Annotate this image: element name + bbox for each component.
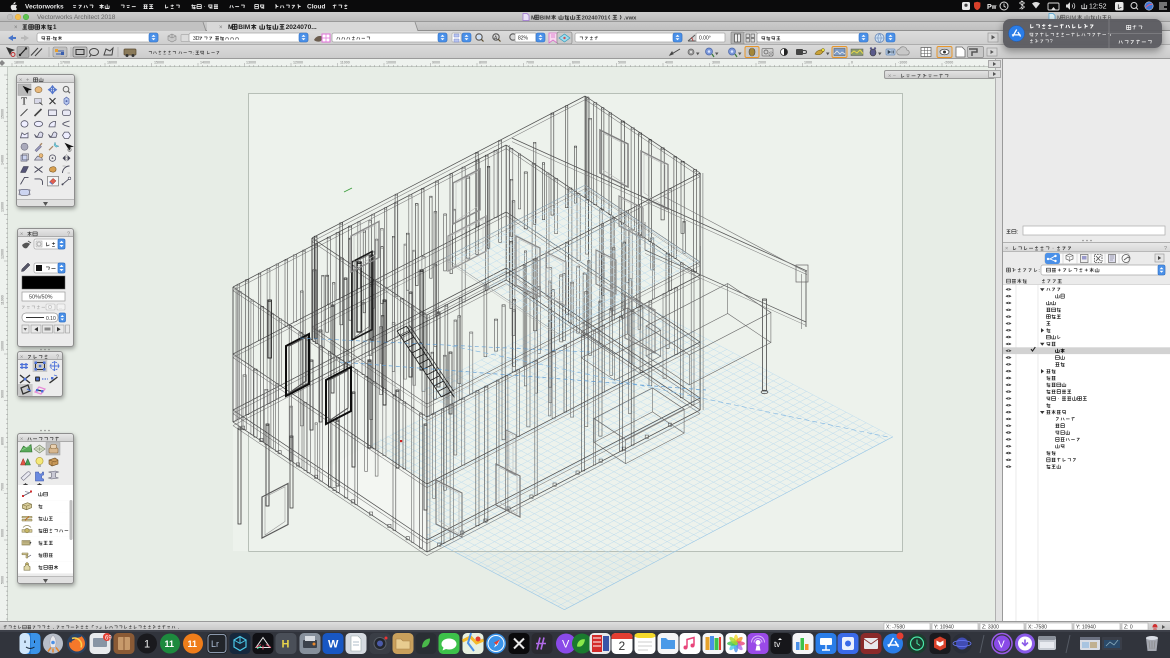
svg-text:×: ×: [20, 355, 23, 361]
svg-text:M: M: [228, 24, 234, 31]
svg-text::: :: [1017, 230, 1019, 236]
svg-text:H: H: [282, 639, 290, 651]
svg-text:11: 11: [165, 639, 175, 649]
svg-text:50%/50%: 50%/50%: [29, 295, 53, 301]
svg-text:× −: × −: [888, 74, 896, 80]
svg-text:...: ...: [59, 305, 62, 310]
svg-text:1: 1: [53, 24, 57, 31]
svg-text:×: ×: [1005, 246, 1008, 252]
svg-text:0.00°: 0.00°: [699, 36, 711, 42]
svg-text:.vwx: .vwx: [624, 15, 637, 21]
svg-text:+: +: [26, 78, 29, 84]
svg-text:Vectorworks Architect 2018: Vectorworks Architect 2018: [37, 14, 116, 21]
svg-text::: :: [193, 51, 194, 56]
svg-text:V: V: [998, 640, 1005, 651]
svg-text:V: V: [562, 639, 570, 651]
svg-text:×: ×: [20, 232, 23, 238]
svg-text:T: T: [21, 97, 27, 108]
svg-text:12:52: 12:52: [1089, 4, 1107, 11]
svg-text:11: 11: [188, 639, 198, 649]
svg-text:69: 69: [105, 636, 112, 642]
svg-text:3D: 3D: [193, 36, 200, 42]
svg-text:82%: 82%: [518, 36, 529, 42]
svg-text:A: A: [494, 36, 498, 42]
svg-text:Vectorworks: Vectorworks: [25, 4, 64, 11]
svg-text:BIM: BIM: [540, 15, 551, 21]
svg-text:?: ?: [67, 232, 70, 238]
svg-text:?: ?: [1050, 39, 1053, 45]
svg-text:2: 2: [619, 639, 626, 653]
svg-text:BIM: BIM: [238, 24, 251, 31]
svg-text:2024070...: 2024070...: [286, 24, 317, 31]
svg-text:M: M: [531, 15, 536, 21]
svg-text:×: ×: [19, 78, 22, 84]
svg-text:Lr: Lr: [211, 639, 219, 649]
svg-text:×: ×: [20, 437, 23, 443]
svg-text:20240701: 20240701: [582, 15, 609, 21]
svg-text:tv: tv: [774, 640, 780, 649]
svg-text:PW: PW: [987, 4, 997, 11]
svg-text:Cloud: Cloud: [307, 4, 325, 11]
svg-text::: :: [1038, 268, 1040, 274]
svg-text:0.10: 0.10: [46, 316, 56, 322]
svg-text:?: ?: [1164, 246, 1167, 252]
svg-text:1: 1: [144, 639, 150, 651]
svg-text:?: ?: [56, 355, 59, 361]
svg-text:W: W: [328, 639, 339, 651]
